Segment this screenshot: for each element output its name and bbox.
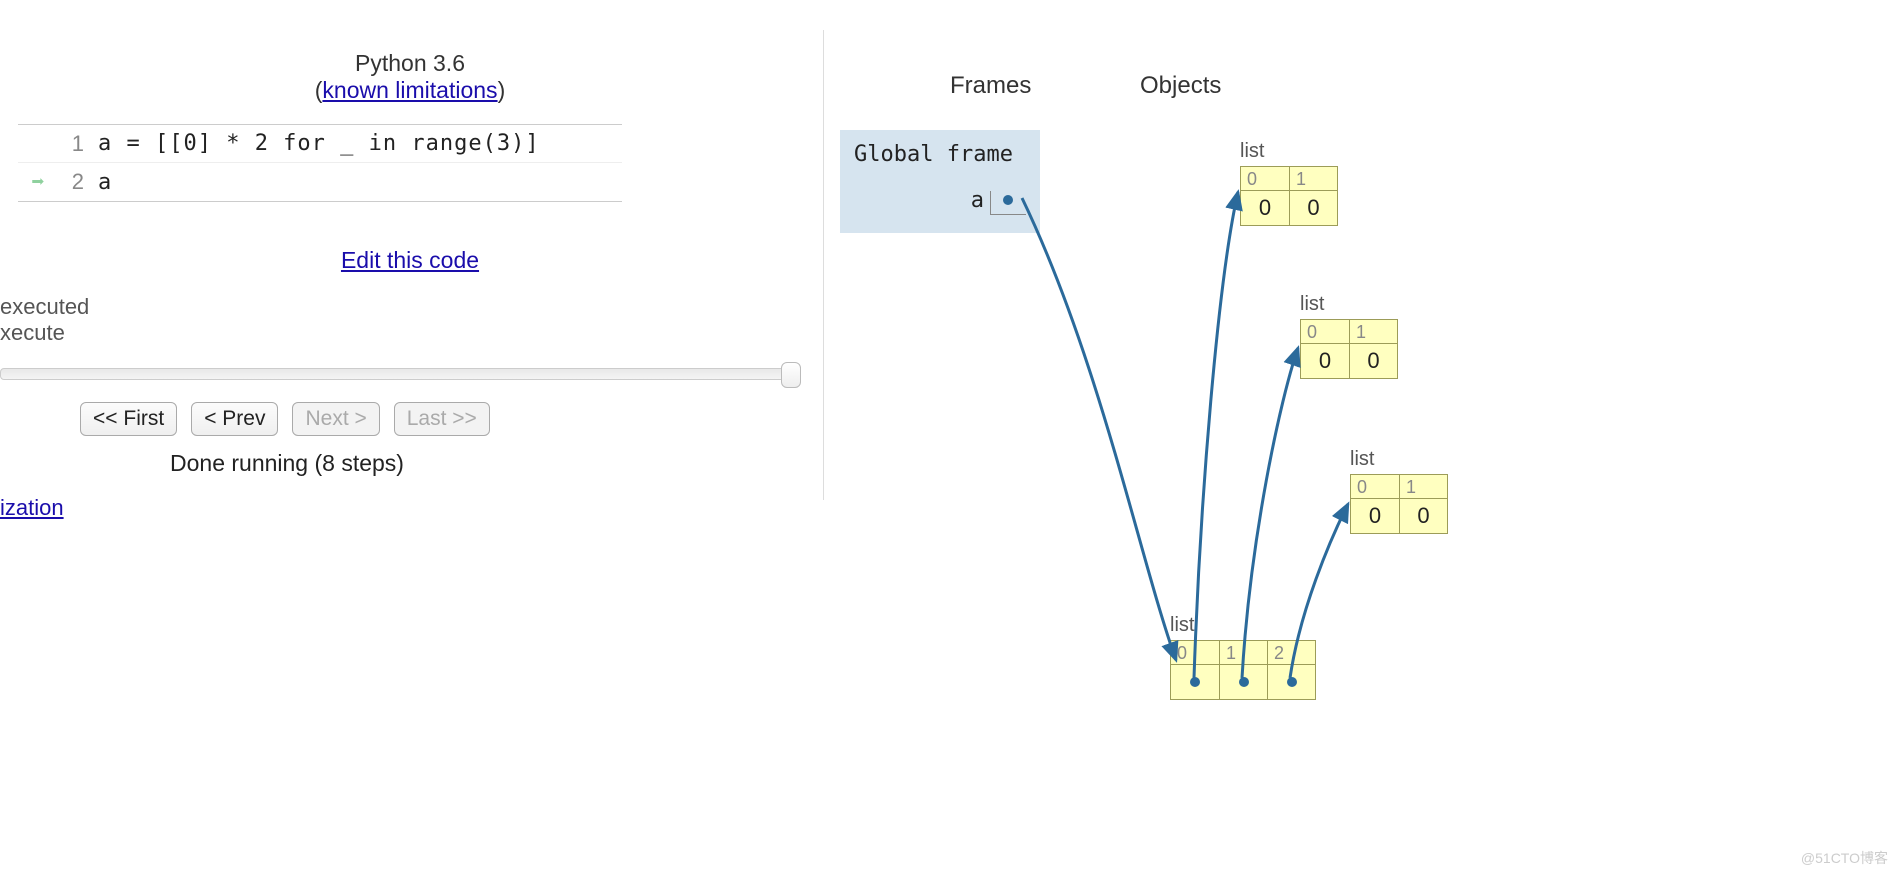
step-slider[interactable] (0, 368, 800, 380)
nav-buttons: << First < Prev Next > Last >> (0, 402, 820, 436)
code-text: a (98, 170, 622, 195)
status-execute: xecute (0, 320, 820, 346)
code-line: ➡ 2 a (18, 163, 622, 201)
list-cell: 0 (1171, 641, 1219, 699)
list-cell: 00 (1241, 167, 1289, 225)
left-panel: Python 3.6 (known limitations) 1 a = [[0… (0, 0, 820, 521)
pointer-cell (1171, 665, 1219, 699)
status-executed: executed (0, 294, 820, 320)
edit-code-link[interactable]: Edit this code (341, 247, 479, 273)
list-label: list (1300, 293, 1324, 316)
global-frame-title: Global frame (854, 142, 1026, 167)
list-cell: 2 (1267, 641, 1315, 699)
pointer-dot-icon (1285, 675, 1299, 689)
slider-thumb[interactable] (781, 362, 801, 388)
line-number: 1 (58, 131, 98, 157)
limitations-wrap: (known limitations) (0, 77, 820, 104)
code-line: 1 a = [[0] * 2 for _ in range(3)] (18, 125, 622, 163)
line-number: 2 (58, 169, 98, 195)
header: Python 3.6 (known limitations) (0, 0, 820, 104)
list-cell: 10 (1349, 320, 1397, 378)
edit-code-wrap: Edit this code (0, 247, 820, 274)
global-frame: Global frame a (840, 130, 1040, 233)
list-cell: 1 (1219, 641, 1267, 699)
objects-header: Objects (1140, 72, 1221, 100)
list-object: 0010 (1300, 319, 1398, 379)
global-var-row: a (854, 185, 1026, 215)
pointer-dot-icon (1001, 193, 1015, 207)
list-object: 0010 (1240, 166, 1338, 226)
list-cell: 00 (1301, 320, 1349, 378)
list-cell: 10 (1399, 475, 1447, 533)
prev-button[interactable]: < Prev (191, 402, 278, 436)
list-cell: 00 (1351, 475, 1399, 533)
list-cell: 10 (1289, 167, 1337, 225)
var-name: a (971, 188, 984, 213)
main-list-object: 012 (1170, 640, 1316, 700)
pointer-dot-icon (1237, 675, 1251, 689)
list-label: list (1240, 140, 1264, 163)
list-label: list (1170, 614, 1194, 637)
pointer-dot-icon (1188, 675, 1202, 689)
language-label: Python 3.6 (0, 50, 820, 77)
last-button: Last >> (394, 402, 490, 436)
watermark: @51CTO博客 (1801, 848, 1888, 868)
right-panel: Frames Objects Global frame a list 0010 … (840, 0, 1900, 876)
known-limitations-link[interactable]: known limitations (322, 77, 497, 103)
current-line-arrow-icon: ➡ (31, 170, 44, 195)
pointer-cell (1268, 665, 1315, 699)
done-text: Done running (8 steps) (0, 450, 820, 477)
first-button[interactable]: << First (80, 402, 177, 436)
vertical-divider (823, 30, 824, 500)
pointer-cell (1220, 665, 1267, 699)
var-pointer-box (990, 185, 1026, 215)
ization-link[interactable]: ization (0, 495, 64, 520)
next-button: Next > (292, 402, 379, 436)
list-label: list (1350, 448, 1374, 471)
code-block: 1 a = [[0] * 2 for _ in range(3)] ➡ 2 a (18, 124, 622, 202)
status-lines: executed xecute (0, 294, 820, 346)
frames-header: Frames (950, 72, 1031, 100)
code-text: a = [[0] * 2 for _ in range(3)] (98, 131, 622, 156)
partial-link-wrap: ization (0, 495, 820, 521)
exec-arrow-cell: ➡ (18, 170, 58, 195)
list-object: 0010 (1350, 474, 1448, 534)
